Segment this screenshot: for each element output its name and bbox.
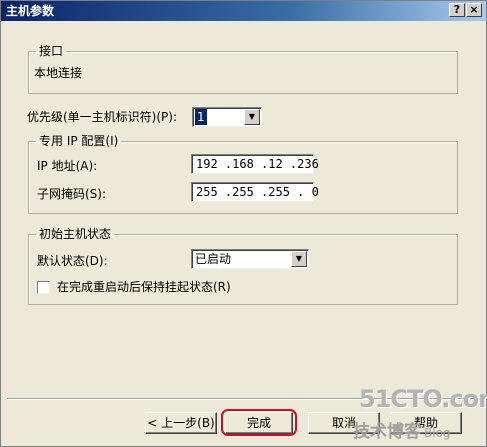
- watermark-sub-text: 技术博客: [353, 422, 421, 442]
- close-icon: ×: [469, 3, 479, 16]
- help-icon: ?: [453, 3, 461, 16]
- persist-suspended-label[interactable]: 在完成重启动后保持挂起状态(R): [57, 279, 231, 295]
- chevron-down-icon[interactable]: ▼: [244, 109, 260, 125]
- finish-highlight-marker: [221, 409, 297, 436]
- title-bar: 主机参数 ? ×: [1, 1, 486, 21]
- subnet-mask-field[interactable]: 255 .255 .255 . 0: [191, 182, 319, 202]
- help-title-button[interactable]: ?: [449, 3, 465, 17]
- interface-name: 本地连接: [34, 66, 83, 80]
- close-button[interactable]: ×: [466, 3, 482, 17]
- interface-group: 接口: [28, 44, 458, 94]
- initial-state-legend: 初始主机状态: [39, 227, 112, 241]
- chevron-down-icon[interactable]: ▼: [291, 251, 307, 267]
- default-state-value: 已启动: [195, 252, 232, 266]
- watermark-subtitle: 技术博客 Blog: [353, 417, 451, 442]
- ip-config-group: 专用 IP 配置(I): [28, 134, 458, 214]
- ip-config-legend: 专用 IP 配置(I): [39, 134, 119, 148]
- priority-value: 1: [195, 109, 207, 125]
- ip-address-field[interactable]: 192 .168 .12 .236: [191, 154, 319, 174]
- window-title: 主机参数: [6, 4, 55, 18]
- back-button[interactable]: < 上一步(B): [145, 412, 217, 434]
- subnet-mask-label: 子网掩码(S):: [37, 187, 107, 201]
- host-parameters-dialog: 主机参数 ? × 接口 本地连接 优先级(单一主机标识符)(P): 1 ▼ 专用…: [0, 0, 487, 447]
- persist-suspended-checkbox[interactable]: [37, 281, 50, 294]
- interface-legend: 接口: [39, 44, 64, 58]
- watermark: 51CTO.com 技术博客Blog: [353, 385, 487, 447]
- watermark-logo: 51CTO.com: [359, 385, 487, 413]
- watermark-blog: Blog: [424, 426, 451, 440]
- priority-label: 优先级(单一主机标识符)(P):: [27, 110, 178, 124]
- default-state-select[interactable]: 已启动 ▼: [191, 249, 309, 269]
- default-state-label: 默认状态(D):: [37, 254, 108, 268]
- ip-address-label: IP 地址(A):: [37, 159, 98, 173]
- priority-select[interactable]: 1 ▼: [192, 107, 262, 127]
